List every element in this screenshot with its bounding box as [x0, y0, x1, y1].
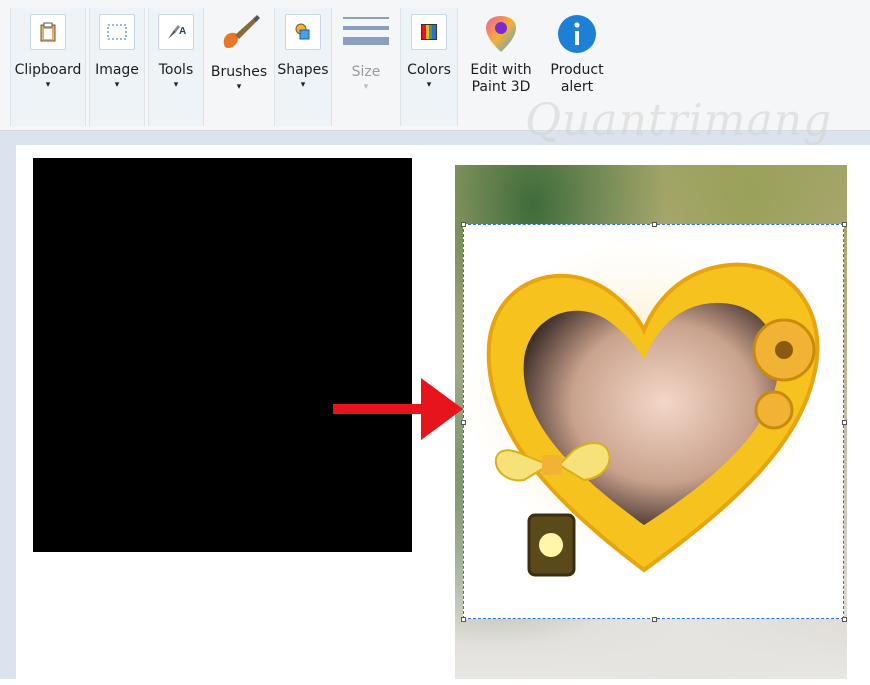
product-alert-label: Product alert — [550, 62, 603, 96]
size-label: Size — [351, 64, 381, 80]
brushes-group[interactable]: Brushes ▾ — [207, 8, 271, 126]
colors-group[interactable]: Colors ▾ — [400, 8, 458, 126]
brushes-label: Brushes — [210, 64, 268, 80]
size-caret-icon: ▾ — [363, 82, 369, 92]
image-caret-icon[interactable]: ▾ — [115, 80, 120, 90]
resize-handle-top[interactable] — [652, 222, 657, 227]
clipboard-caret-icon[interactable]: ▾ — [46, 80, 51, 90]
color-palette-icon — [411, 14, 447, 50]
tools-icon: A — [158, 14, 194, 50]
product-alert-label-line1: Product — [550, 62, 604, 78]
svg-text:A: A — [179, 26, 186, 37]
tools-label: Tools — [158, 62, 194, 78]
shapes-caret-icon[interactable]: ▾ — [301, 80, 306, 90]
resize-handle-right[interactable] — [842, 420, 847, 425]
pasted-image-selection[interactable] — [463, 224, 844, 619]
edit-paint3d-label-line2: Paint 3D — [471, 79, 531, 95]
size-group: Size ▾ — [335, 8, 397, 126]
colors-label: Colors — [407, 62, 451, 78]
black-rectangle[interactable] — [33, 158, 412, 552]
image-label: Image — [95, 62, 139, 78]
clipboard-label: Clipboard — [14, 62, 82, 78]
select-icon — [99, 14, 135, 50]
brush-icon — [216, 10, 262, 56]
info-icon — [555, 12, 599, 56]
paint3d-icon — [479, 12, 523, 56]
resize-handle-top-right[interactable] — [842, 222, 847, 227]
resize-handle-bottom-left[interactable] — [461, 617, 466, 622]
brushes-caret-icon[interactable]: ▾ — [237, 82, 242, 92]
red-arrow-icon — [333, 378, 463, 446]
watermark-logo: Quantrimang — [525, 95, 833, 146]
resize-handle-bottom[interactable] — [652, 617, 657, 622]
clipboard-icon — [30, 14, 66, 50]
heart-frame-image — [469, 245, 820, 577]
image-group[interactable]: Image ▾ — [89, 8, 145, 126]
resize-handle-bottom-right[interactable] — [842, 617, 847, 622]
colors-caret-icon[interactable]: ▾ — [427, 80, 432, 90]
shapes-icon — [285, 14, 321, 50]
product-alert-label-line2: alert — [560, 79, 594, 95]
shapes-label: Shapes — [277, 62, 329, 78]
tools-caret-icon[interactable]: ▾ — [174, 80, 179, 90]
edit-paint3d-label: Edit with Paint 3D — [470, 62, 531, 96]
resize-handle-top-left[interactable] — [461, 222, 466, 227]
shapes-group[interactable]: Shapes ▾ — [274, 8, 332, 126]
size-lines-icon — [342, 12, 390, 54]
clipboard-group[interactable]: Clipboard ▾ — [10, 8, 86, 126]
tools-group[interactable]: A Tools ▾ — [148, 8, 204, 126]
edit-paint3d-label-line1: Edit with — [470, 62, 532, 78]
ribbon-groups: Clipboard ▾ Image ▾ A Tools ▾ Brushes ▾ … — [10, 8, 613, 128]
